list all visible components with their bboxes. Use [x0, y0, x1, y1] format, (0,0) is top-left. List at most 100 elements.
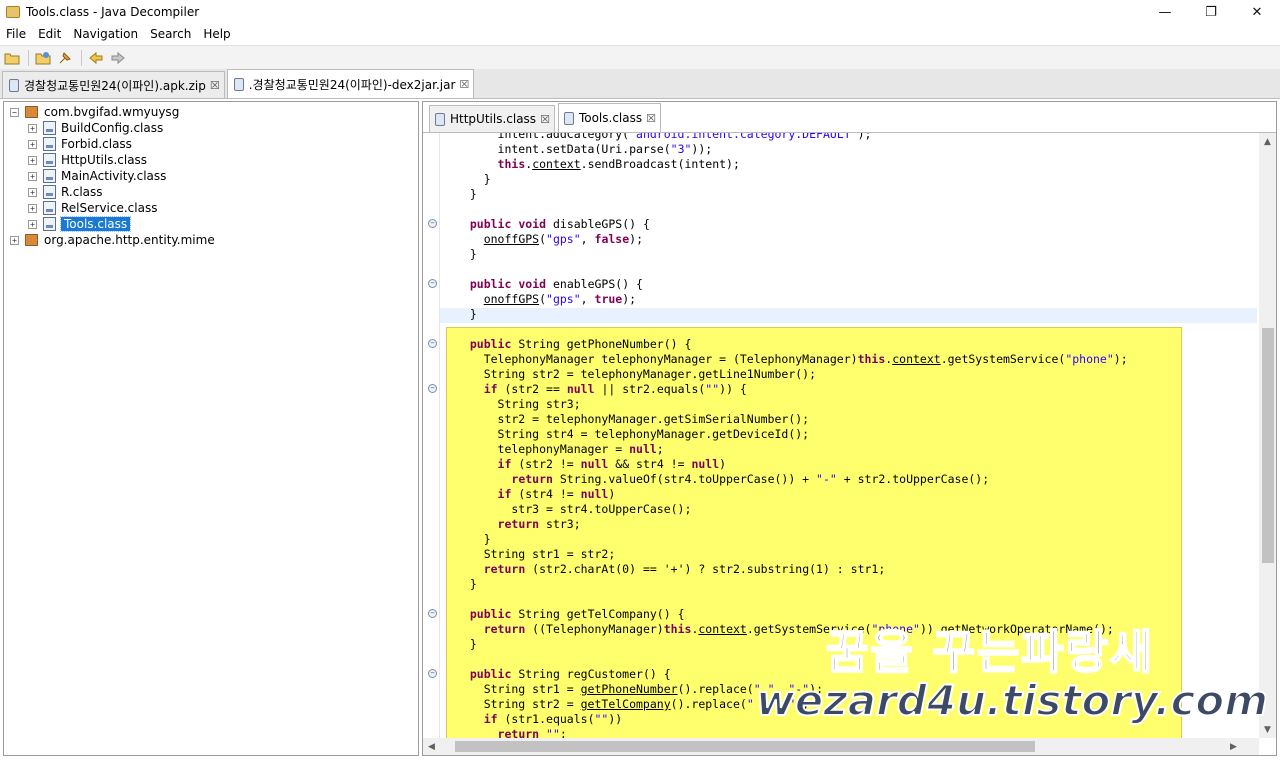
- code-line: return (str2.charAt(0) == '+') ? str2.su…: [483, 562, 886, 576]
- pin-icon[interactable]: [55, 48, 75, 68]
- expand-icon[interactable]: +: [28, 187, 37, 197]
- code-line: String str2 = getTelCompany().replace(" …: [456, 697, 810, 711]
- code-line: public String getPhoneNumber() {: [469, 337, 692, 351]
- class-file-icon: [43, 201, 56, 215]
- code-line: str2 = telephonyManager.getSimSerialNumb…: [456, 412, 810, 426]
- fold-icon[interactable]: −: [428, 219, 437, 228]
- open-file-icon[interactable]: [2, 48, 22, 68]
- code-line: }: [456, 307, 477, 321]
- tree-class-item-selected[interactable]: + Tools.class: [28, 216, 132, 232]
- menu-help[interactable]: Help: [197, 27, 236, 41]
- code-view[interactable]: intent.addCategory("android.intent.categ…: [440, 133, 1257, 738]
- tab-tools[interactable]: Tools.class ☒: [557, 103, 661, 132]
- expand-icon[interactable]: +: [28, 219, 37, 229]
- code-line: return str3;: [497, 517, 581, 531]
- toolbar-separator: [28, 49, 29, 66]
- code-line: onoffGPS("gps", false);: [483, 232, 643, 246]
- editor-gutter: − − − − − −: [423, 133, 439, 738]
- expand-icon[interactable]: +: [28, 203, 37, 213]
- class-file-icon: [43, 153, 56, 167]
- tab-apk-zip[interactable]: 경찰청교통민원24(이파인).apk.zip ☒: [2, 71, 225, 98]
- tab-label: Tools.class: [578, 111, 643, 125]
- tree-class-item[interactable]: + BuildConfig.class: [28, 120, 163, 136]
- package-icon: [25, 106, 38, 118]
- class-label: Forbid.class: [61, 137, 132, 151]
- code-line: intent.setData(Uri.parse("3"));: [456, 142, 713, 156]
- expand-icon[interactable]: +: [10, 235, 19, 245]
- close-window-button[interactable]: ✕: [1234, 0, 1280, 24]
- scroll-left-icon[interactable]: ◀: [423, 738, 440, 755]
- scroll-thumb[interactable]: [455, 741, 1035, 752]
- code-line: this.context.sendBroadcast(intent);: [497, 157, 740, 171]
- code-line: }: [456, 172, 491, 186]
- open-type-icon[interactable]: [33, 48, 53, 68]
- horizontal-scrollbar[interactable]: ◀ ▶: [423, 738, 1259, 755]
- minimize-button[interactable]: —: [1142, 0, 1188, 24]
- close-tab-icon[interactable]: ☒: [459, 78, 469, 91]
- code-line: return ((TelephonyManager)this.context.g…: [483, 622, 1114, 636]
- tab-label: 경찰청교통민원24(이파인).apk.zip: [24, 78, 206, 93]
- code-line: public void enableGPS() {: [469, 277, 643, 291]
- tree-class-item[interactable]: + MainActivity.class: [28, 168, 166, 184]
- editor-tabs: HttpUtils.class ☒ Tools.class ☒: [423, 102, 1276, 132]
- back-icon[interactable]: [86, 48, 106, 68]
- fold-icon[interactable]: −: [428, 609, 437, 618]
- code-line: public String regCustomer() {: [469, 667, 671, 681]
- fold-icon[interactable]: −: [428, 384, 437, 393]
- scroll-thumb[interactable]: [1262, 328, 1274, 563]
- fold-icon[interactable]: −: [428, 279, 437, 288]
- menu-search[interactable]: Search: [144, 27, 197, 41]
- code-line: }: [456, 577, 477, 591]
- code-line: String str1 = getPhoneNumber().replace("…: [456, 682, 824, 696]
- fold-icon[interactable]: −: [428, 339, 437, 348]
- code-line: String str3;: [456, 397, 581, 411]
- close-tab-icon[interactable]: ☒: [210, 79, 220, 92]
- menu-bar: File Edit Navigation Search Help: [0, 24, 1280, 44]
- close-tab-icon[interactable]: ☒: [540, 113, 550, 126]
- code-line: return "";: [497, 727, 567, 738]
- tab-label: HttpUtils.class: [450, 112, 537, 126]
- menu-edit[interactable]: Edit: [32, 27, 67, 41]
- collapse-icon[interactable]: −: [10, 107, 19, 117]
- class-file-icon: [43, 137, 56, 151]
- code-line: public void disableGPS() {: [469, 217, 650, 231]
- tree-class-item[interactable]: + HttpUtils.class: [28, 152, 147, 168]
- package-icon: [25, 234, 38, 246]
- class-label: BuildConfig.class: [61, 121, 164, 135]
- menu-navigation[interactable]: Navigation: [67, 27, 144, 41]
- expand-icon[interactable]: +: [28, 139, 37, 149]
- tree-class-item[interactable]: + RelService.class: [28, 200, 157, 216]
- class-label: Tools.class: [59, 216, 132, 232]
- vertical-scrollbar[interactable]: ▲ ▼: [1259, 133, 1276, 738]
- class-file-icon: [43, 185, 56, 199]
- tree-package-mime[interactable]: + org.apache.http.entity.mime: [10, 232, 215, 248]
- code-line: }: [456, 637, 477, 651]
- code-line: str3 = str4.toUpperCase();: [456, 502, 692, 516]
- scroll-right-icon[interactable]: ▶: [1225, 738, 1242, 755]
- maximize-button[interactable]: ❐: [1188, 0, 1234, 24]
- code-line: telephonyManager = null;: [456, 442, 664, 456]
- menu-file[interactable]: File: [0, 27, 32, 41]
- expand-icon[interactable]: +: [28, 171, 37, 181]
- tree-class-item[interactable]: + Forbid.class: [28, 136, 132, 152]
- code-line: String str4 = telephonyManager.getDevice…: [456, 427, 810, 441]
- tree-class-item[interactable]: + R.class: [28, 184, 103, 200]
- scroll-up-icon[interactable]: ▲: [1259, 133, 1276, 150]
- package-tree: − com.bvgifad.wmyuysg + BuildConfig.clas…: [3, 101, 419, 756]
- close-tab-icon[interactable]: ☒: [646, 112, 656, 125]
- toolbar-separator: [81, 49, 82, 66]
- class-label: R.class: [61, 185, 103, 199]
- tree-package-root[interactable]: − com.bvgifad.wmyuysg: [10, 104, 179, 120]
- code-line: }: [456, 247, 477, 261]
- package-label: com.bvgifad.wmyuysg: [44, 105, 180, 119]
- scroll-down-icon[interactable]: ▼: [1259, 721, 1276, 738]
- fold-icon[interactable]: −: [428, 669, 437, 678]
- tab-httputils[interactable]: HttpUtils.class ☒: [429, 105, 555, 132]
- expand-icon[interactable]: +: [28, 155, 37, 165]
- expand-icon[interactable]: +: [28, 123, 37, 133]
- jar-icon: [233, 77, 244, 91]
- app-icon: [6, 6, 20, 18]
- class-label: HttpUtils.class: [61, 153, 148, 167]
- forward-icon[interactable]: [108, 48, 128, 68]
- tab-dex2jar-jar[interactable]: .경찰청교통민원24(이파인)-dex2jar.jar ☒: [226, 69, 475, 98]
